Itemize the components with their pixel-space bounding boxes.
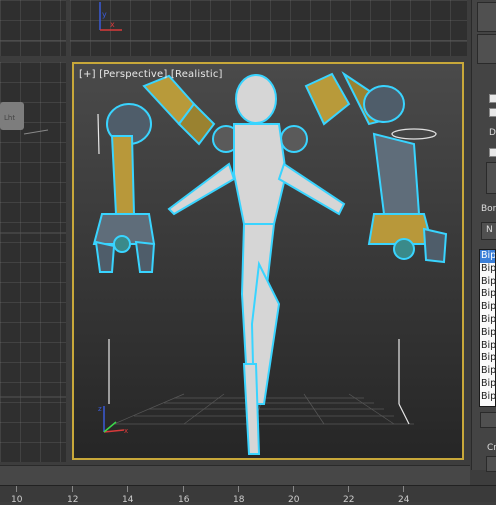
- name-button-label: N: [486, 225, 493, 235]
- panel-button[interactable]: [477, 34, 496, 64]
- viewport-perspective[interactable]: z x [+] [Perspective] [Realistic]: [72, 62, 464, 460]
- bone-list-item[interactable]: Bip: [480, 340, 495, 353]
- timeline-tick-label: 12: [67, 495, 79, 505]
- rollout-label: D: [489, 128, 496, 138]
- right-mech-arm: [304, 71, 448, 264]
- bone-list-item[interactable]: Bip: [480, 276, 495, 289]
- svg-text:Lht: Lht: [4, 114, 15, 122]
- viewport-view-button[interactable]: [Perspective]: [99, 69, 167, 80]
- bone-list-item[interactable]: Bip: [480, 314, 495, 327]
- svg-text:x: x: [124, 427, 128, 435]
- timeline-tick-label: 14: [122, 495, 134, 505]
- bone-list[interactable]: Bip Bip Bip Bip Bip Bip Bip Bip Bip Bip …: [479, 249, 496, 407]
- timeline-mark: [348, 486, 349, 492]
- bones-label: Bor: [481, 204, 496, 214]
- checkbox-3[interactable]: [489, 148, 496, 157]
- timeline-tick-label: 16: [178, 495, 190, 505]
- bone-list-item[interactable]: Bip: [480, 378, 495, 391]
- timeline-mark: [238, 486, 239, 492]
- bone-list-item[interactable]: Bip: [480, 365, 495, 378]
- viewport-label: [+] [Perspective] [Realistic]: [79, 69, 223, 80]
- bone-list-item[interactable]: Bip: [480, 250, 495, 263]
- bone-list-item[interactable]: Bip: [480, 288, 495, 301]
- timeline-mark: [403, 486, 404, 492]
- timeline-tick-label: 20: [288, 495, 300, 505]
- svg-text:z: z: [98, 405, 102, 413]
- timeline-mark: [293, 486, 294, 492]
- axis-gizmo: y x: [70, 2, 467, 42]
- viewport-left[interactable]: Lht: [0, 62, 66, 462]
- bone-list-item[interactable]: Bip: [480, 301, 495, 314]
- left-view-objects: Lht: [0, 102, 66, 398]
- create-button[interactable]: [486, 456, 496, 472]
- checkbox-2[interactable]: [489, 108, 496, 117]
- timeline-mark: [127, 486, 128, 492]
- name-button[interactable]: N: [481, 222, 496, 240]
- create-label: Cr: [487, 443, 496, 453]
- bone-list-item[interactable]: Bip: [480, 352, 495, 365]
- bone-list-item[interactable]: Bip: [480, 391, 495, 404]
- timeline-ruler[interactable]: 10 12 14 16 18 20 22 24: [0, 485, 496, 505]
- svg-text:x: x: [110, 20, 115, 29]
- track-bar[interactable]: [0, 465, 470, 486]
- panel-top-box: [477, 2, 496, 32]
- viewport-shading-button[interactable]: [Realistic]: [171, 69, 223, 80]
- timeline-mark: [16, 486, 17, 492]
- timeline-mark: [183, 486, 184, 492]
- viewport-top-left[interactable]: [0, 0, 66, 56]
- bone-list-item[interactable]: Bip: [480, 263, 495, 276]
- bone-list-item[interactable]: Bip: [480, 327, 495, 340]
- timeline-mark: [72, 486, 73, 492]
- timeline-tick-label: 24: [398, 495, 410, 505]
- svg-text:y: y: [102, 10, 107, 19]
- panel-field-2[interactable]: [480, 412, 496, 428]
- checkbox-1[interactable]: [489, 94, 496, 103]
- perspective-scene: z x: [92, 71, 448, 455]
- timeline-tick-label: 10: [11, 495, 23, 505]
- timeline-tick-label: 18: [233, 495, 245, 505]
- panel-field[interactable]: [486, 162, 496, 194]
- grid-lines: [0, 40, 66, 42]
- left-mech-arm: [92, 74, 216, 273]
- viewport-top[interactable]: y x: [70, 0, 467, 56]
- viewport-menu-button[interactable]: [+]: [79, 69, 96, 80]
- timeline-tick-label: 22: [343, 495, 355, 505]
